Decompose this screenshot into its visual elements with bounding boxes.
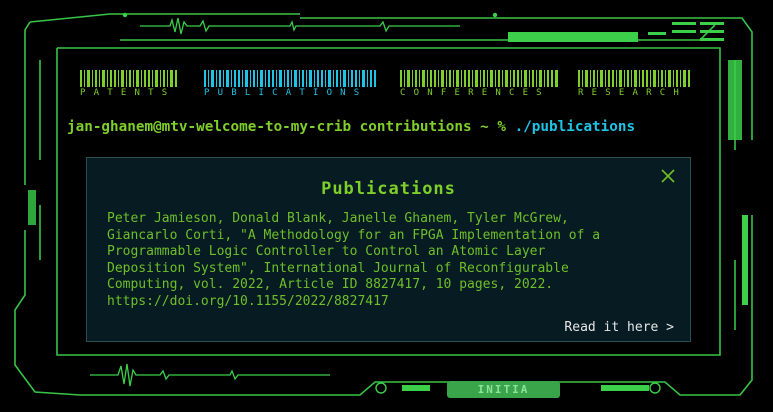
- read-it-here-link[interactable]: Read it here >: [564, 320, 674, 335]
- prompt-command: ./publications: [514, 119, 636, 135]
- terminal-prompt: jan-ghanem@mtv-welcome-to-my-crib contri…: [67, 119, 727, 135]
- barcode-icon: [400, 70, 558, 87]
- nav-label-conferences: CONFERENCES: [400, 88, 550, 98]
- barcode-icon: [204, 70, 376, 87]
- barcode-icon: [80, 70, 177, 87]
- barcode-icon: [578, 70, 690, 87]
- main-nav: PATENTS PUBLICATIONS CONFERENCES RESEARC…: [78, 70, 698, 104]
- nav-item-patents[interactable]: PATENTS: [80, 70, 178, 104]
- nav-label-research: RESEARCH: [578, 88, 687, 98]
- prompt-user: jan-ghanem@mtv-welcome-to-my-crib contri…: [67, 119, 515, 135]
- nav-label-patents: PATENTS: [80, 88, 176, 98]
- nav-item-publications[interactable]: PUBLICATIONS: [204, 70, 376, 104]
- close-button[interactable]: [658, 166, 678, 186]
- publications-panel: Publications Peter Jamieson, Donald Blan…: [86, 157, 691, 342]
- publication-citation: Peter Jamieson, Donald Blank, Janelle Gh…: [107, 211, 601, 309]
- close-icon: [661, 169, 675, 183]
- init-button[interactable]: INITIA: [447, 381, 560, 398]
- panel-title: Publications: [321, 179, 456, 199]
- nav-item-conferences[interactable]: CONFERENCES: [400, 70, 558, 104]
- nav-label-publications: PUBLICATIONS: [204, 88, 368, 98]
- nav-item-research[interactable]: RESEARCH: [578, 70, 692, 104]
